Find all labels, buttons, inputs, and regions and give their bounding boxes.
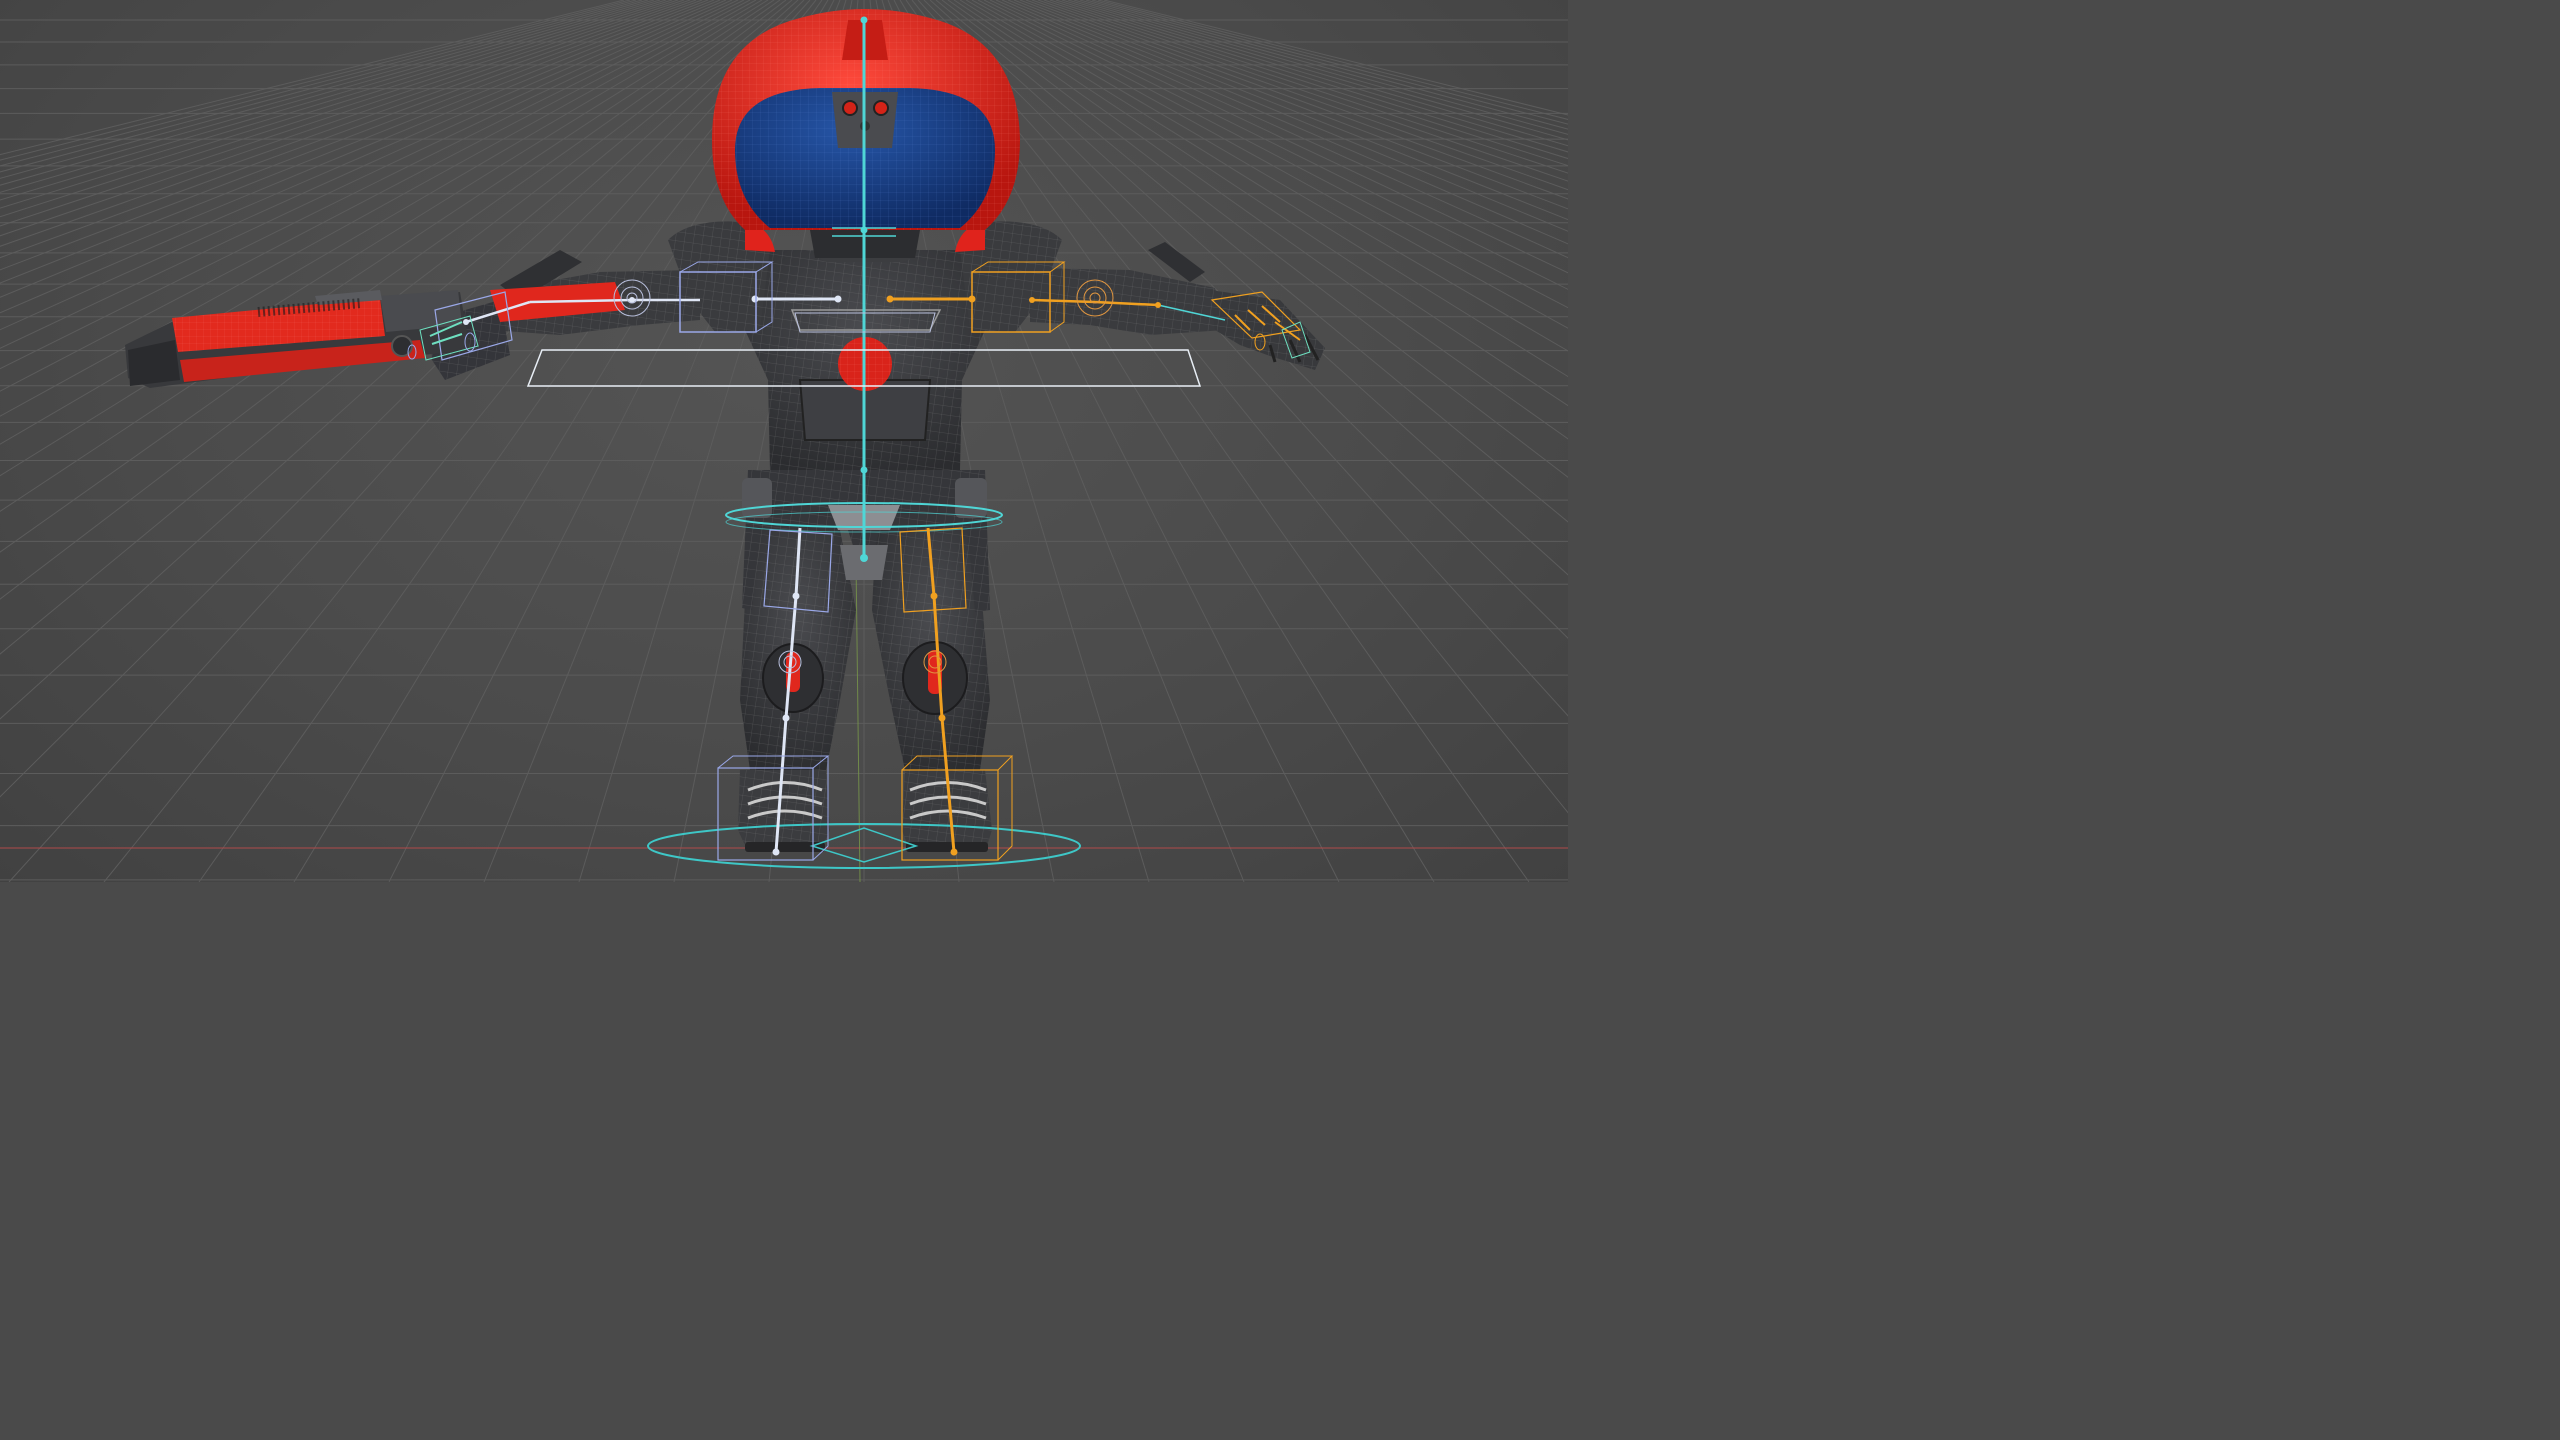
grid-line	[924, 0, 1568, 882]
grid-line	[930, 0, 1568, 882]
grid-line	[0, 0, 702, 882]
grid-line	[0, 0, 750, 882]
grid-line	[0, 0, 756, 882]
character-model[interactable]	[125, 9, 1325, 852]
grid-line	[1026, 0, 1568, 882]
grid-line	[1080, 0, 1568, 882]
grid-line	[948, 0, 1568, 882]
grid-line	[0, 0, 654, 882]
grid-line	[960, 0, 1568, 882]
grid-line	[1032, 0, 1568, 882]
grid-line	[1062, 0, 1568, 882]
grid-line	[0, 0, 792, 882]
3d-viewport[interactable]	[0, 0, 1568, 882]
grid-line	[954, 0, 1568, 882]
rifle-mesh[interactable]	[125, 290, 470, 388]
grid-line	[0, 0, 678, 882]
grid-line	[0, 0, 786, 882]
grid-line	[0, 0, 636, 882]
grid-line	[1092, 0, 1568, 882]
grid-line	[1038, 0, 1568, 882]
grid-line	[104, 0, 816, 882]
grid-line	[942, 0, 1568, 882]
grid-line	[0, 0, 672, 882]
right-hand-mesh[interactable]	[1210, 290, 1325, 370]
grid-line	[1074, 0, 1568, 882]
right-arm-mesh[interactable]	[1030, 242, 1225, 335]
grid-line	[0, 0, 624, 882]
grid-line	[0, 0, 774, 882]
grid-line	[966, 0, 1568, 882]
grid-line	[0, 0, 666, 882]
grid-line	[1044, 0, 1568, 882]
grid-line	[1020, 0, 1568, 882]
hip-bone-joint[interactable]	[860, 554, 868, 562]
viewport-canvas[interactable]	[0, 0, 1568, 882]
grid-line	[0, 0, 690, 882]
head-bone-joint[interactable]	[861, 17, 868, 24]
left-holster	[742, 478, 772, 518]
grid-line	[1098, 0, 1568, 882]
right-holster	[955, 478, 987, 518]
y-axis-line	[856, 560, 860, 882]
grid-line	[0, 0, 804, 882]
chest-bone-joint[interactable]	[861, 467, 868, 474]
grid-line	[1014, 0, 1568, 882]
grid-line	[984, 0, 1568, 882]
grid-line	[1086, 0, 1568, 882]
grid-line	[0, 0, 780, 882]
grid-line	[0, 0, 648, 882]
grid-line	[1056, 0, 1568, 882]
helmet-mesh[interactable]	[712, 9, 1020, 258]
grid-line	[0, 0, 768, 882]
grid-line	[0, 0, 696, 882]
left-boot-mesh[interactable]	[738, 770, 830, 852]
